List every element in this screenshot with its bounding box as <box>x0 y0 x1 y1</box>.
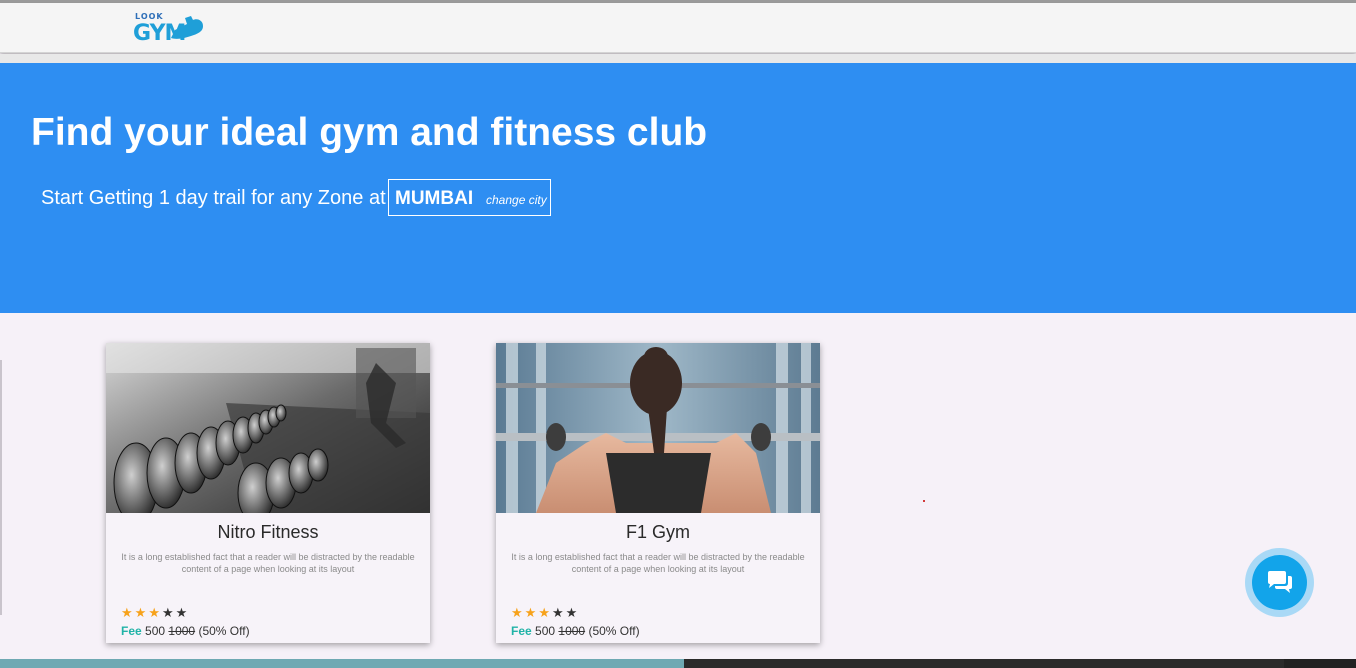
fee-info: Fee 500 1000 (50% Off) <box>121 624 250 638</box>
star-filled-icon: ★ <box>511 605 525 620</box>
chat-bubbles-icon <box>1268 571 1292 593</box>
chat-button[interactable] <box>1252 555 1307 610</box>
gym-card[interactable]: Nitro Fitness It is a long established f… <box>106 343 430 643</box>
stray-dot <box>923 500 925 502</box>
star-empty-icon: ★ <box>175 605 190 620</box>
left-edge-shadow <box>0 360 2 615</box>
gym-name[interactable]: F1 Gym <box>496 522 820 543</box>
gym-card[interactable]: F1 Gym It is a long established fact tha… <box>496 343 820 643</box>
rating-stars: ★★★★★ <box>511 605 579 621</box>
change-city-link[interactable]: change city <box>486 193 547 207</box>
star-filled-icon: ★ <box>524 605 539 620</box>
logo[interactable]: LOOK GYM <box>133 12 205 48</box>
navbar-shadow-gap <box>0 54 1356 63</box>
hero-banner: Find your ideal gym and fitness club Sta… <box>0 63 1356 313</box>
star-empty-icon: ★ <box>161 605 176 620</box>
star-empty-icon: ★ <box>565 605 580 620</box>
fee-label: Fee <box>511 624 532 638</box>
bottom-bar-segment-dark <box>684 659 1284 668</box>
city-name: MUMBAI <box>395 188 474 209</box>
bottom-bar-segment-teal <box>0 659 684 668</box>
fee-old-price: 1000 <box>168 624 196 638</box>
star-empty-icon: ★ <box>551 605 566 620</box>
star-filled-icon: ★ <box>134 605 149 620</box>
star-filled-icon: ★ <box>148 605 162 620</box>
fee-price: 500 <box>145 624 166 638</box>
fee-price: 500 <box>535 624 556 638</box>
fee-discount: (50% Off) <box>198 624 250 638</box>
gym-name[interactable]: Nitro Fitness <box>106 522 430 543</box>
gym-description: It is a long established fact that a rea… <box>121 552 415 574</box>
flexed-arm-icon <box>171 16 203 39</box>
star-filled-icon: ★ <box>538 605 552 620</box>
rating-stars: ★★★★★ <box>121 605 189 621</box>
hero-subtitle: Start Getting 1 day trail for any Zone a… <box>41 187 386 209</box>
hero-title: Find your ideal gym and fitness club <box>31 111 708 154</box>
star-filled-icon: ★ <box>121 605 135 620</box>
fee-old-price: 1000 <box>558 624 586 638</box>
fee-discount: (50% Off) <box>588 624 640 638</box>
navbar: LOOK GYM <box>0 3 1356 53</box>
city-selector[interactable]: MUMBAI change city <box>388 179 551 216</box>
bottom-bar <box>0 659 1356 668</box>
gym-description: It is a long established fact that a rea… <box>511 552 805 574</box>
logo-top-text: LOOK <box>135 12 164 21</box>
gym-photo-dumbbells[interactable] <box>106 343 430 513</box>
gym-photo-woman-barbell[interactable] <box>496 343 820 513</box>
fee-label: Fee <box>121 624 142 638</box>
fee-info: Fee 500 1000 (50% Off) <box>511 624 640 638</box>
